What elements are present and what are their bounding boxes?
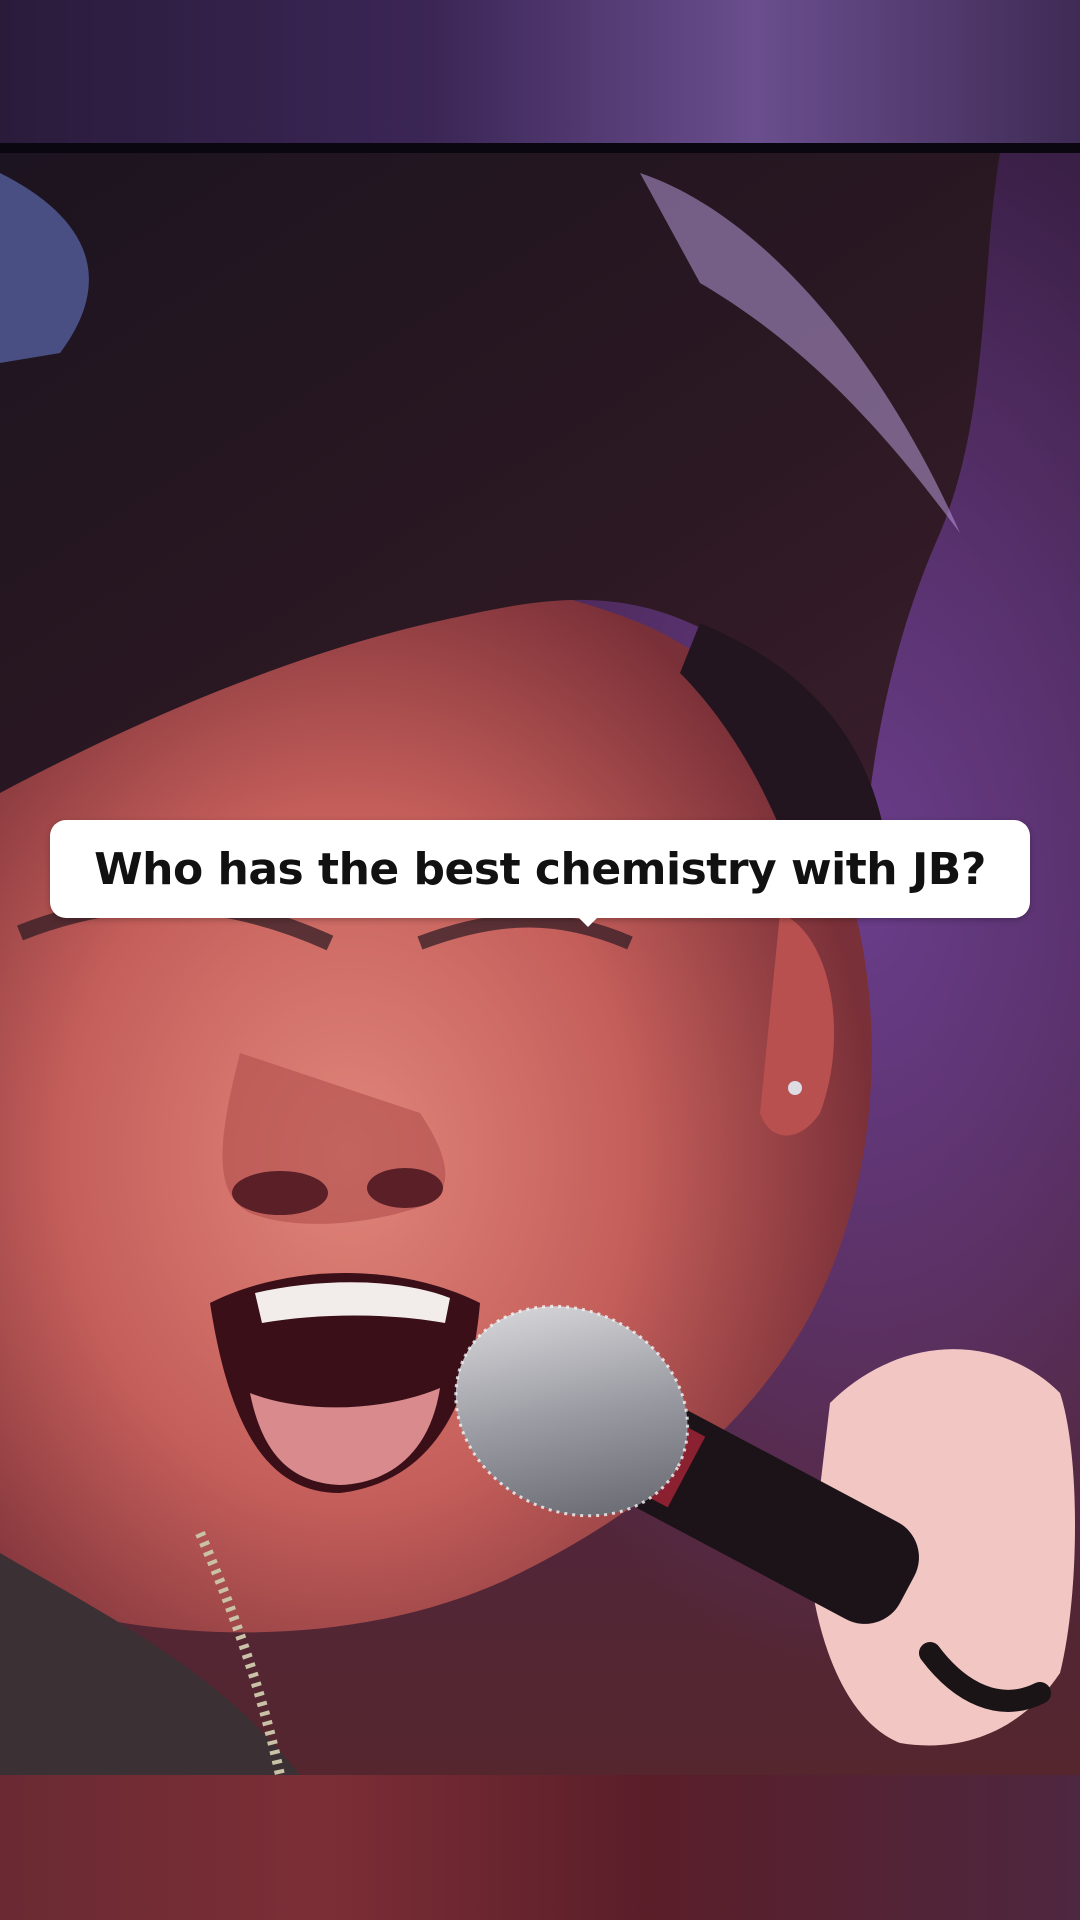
video-top-edge bbox=[0, 143, 1080, 153]
caption-bubble: Who has the best chemistry with JB? bbox=[50, 820, 1030, 927]
video-player[interactable] bbox=[0, 153, 1080, 1775]
top-letterbox bbox=[0, 0, 1080, 145]
video-post-screen: Who has the best chemistry with JB? bbox=[0, 0, 1080, 1920]
caption-text: Who has the best chemistry with JB? bbox=[94, 843, 986, 895]
bottom-letterbox bbox=[0, 1775, 1080, 1920]
singer-closeup-photo bbox=[0, 153, 1080, 1775]
